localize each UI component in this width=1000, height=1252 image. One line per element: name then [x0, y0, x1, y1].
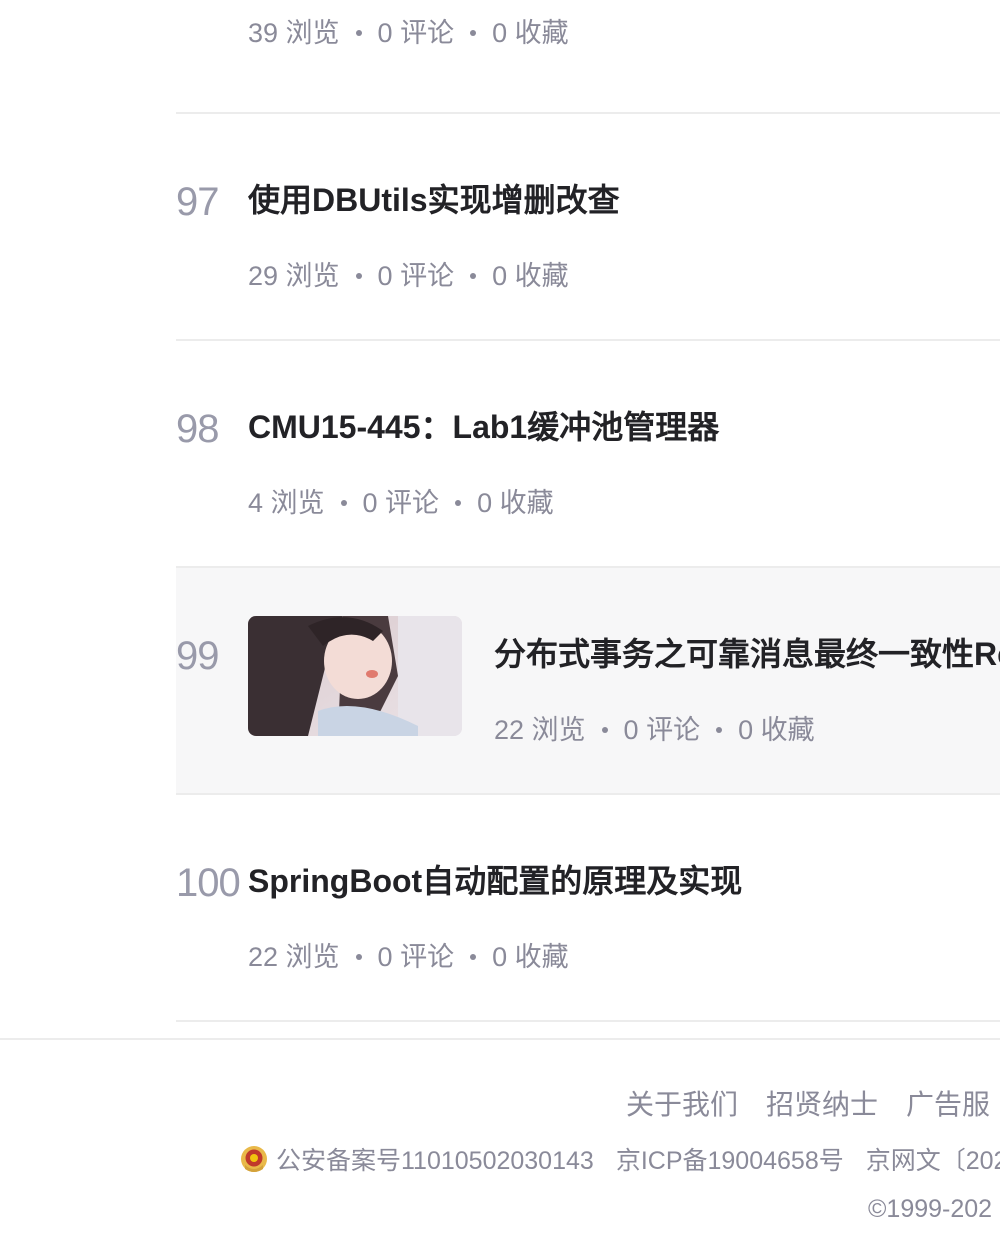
article-meta: 29 浏览 0 评论 0 收藏	[248, 260, 569, 292]
article-thumbnail[interactable]	[248, 616, 462, 736]
article-meta: 4 浏览 0 评论 0 收藏	[248, 487, 554, 519]
page: 39 浏览 0 评论 0 收藏 97 使用DBUtils实现增删改查 29 浏览 0 …	[0, 0, 1000, 1252]
article-meta: 39 浏览 0 评论 0 收藏	[248, 17, 569, 49]
separator-dot	[470, 272, 477, 279]
favorite-count: 0 收藏	[477, 488, 554, 518]
separator-dot	[601, 726, 608, 733]
separator-dot	[470, 953, 477, 960]
article-rank: 99	[176, 634, 219, 678]
police-badge-icon	[241, 1146, 267, 1173]
view-count: 39 浏览	[248, 18, 340, 48]
culture-license-link[interactable]: 京网文〔2020	[866, 1147, 1000, 1175]
favorite-count: 0 收藏	[492, 18, 569, 48]
favorite-count: 0 收藏	[738, 715, 815, 745]
separator-dot	[716, 726, 723, 733]
article-rank: 98	[176, 407, 219, 451]
list-item[interactable]: 39 浏览 0 评论 0 收藏	[176, 0, 1000, 114]
list-item[interactable]: 97 使用DBUtils实现增删改查 29 浏览 0 评论 0 收藏	[176, 114, 1000, 341]
view-count: 22 浏览	[248, 942, 340, 972]
view-count: 29 浏览	[248, 261, 340, 291]
comment-count: 0 评论	[377, 261, 455, 291]
icp-link[interactable]: 京ICP备19004658号	[616, 1147, 844, 1175]
view-count: 22 浏览	[494, 715, 586, 745]
article-meta: 22 浏览 0 评论 0 收藏	[248, 941, 569, 973]
comment-count: 0 评论	[623, 715, 701, 745]
police-record-link[interactable]: 公安备案号11010502030143	[276, 1147, 594, 1175]
footer-links: 关于我们 招贤纳士 广告服	[626, 1088, 1000, 1122]
comment-count: 0 评论	[377, 942, 455, 972]
article-rank: 97	[176, 180, 219, 224]
footer-link-ads[interactable]: 广告服	[906, 1089, 990, 1120]
favorite-count: 0 收藏	[492, 261, 569, 291]
list-item[interactable]: 100 SpringBoot自动配置的原理及实现 22 浏览 0 评论 0 收藏	[176, 795, 1000, 1022]
view-count: 4 浏览	[248, 488, 325, 518]
comment-count: 0 评论	[377, 18, 455, 48]
separator-dot	[355, 953, 362, 960]
comment-count: 0 评论	[362, 488, 440, 518]
article-title[interactable]: 使用DBUtils实现增删改查	[248, 180, 620, 220]
article-title[interactable]: SpringBoot自动配置的原理及实现	[248, 861, 742, 901]
separator-dot	[340, 499, 347, 506]
separator-dot	[470, 29, 477, 36]
article-title[interactable]: CMU15-445：Lab1缓冲池管理器	[248, 407, 719, 447]
article-title[interactable]: 分布式事务之可靠消息最终一致性Re	[494, 634, 1000, 674]
article-meta: 22 浏览 0 评论 0 收藏	[494, 714, 815, 746]
article-rank: 100	[176, 861, 241, 905]
list-item[interactable]: 99 分布式事务之可靠消息最终一致性Re 22 浏览 0 评论 0 收藏	[176, 568, 1000, 795]
footer-registration: 公安备案号11010502030143 京ICP备19004658号京网文〔202…	[240, 1146, 1000, 1176]
separator-dot	[455, 499, 462, 506]
copyright: ©1999-202	[868, 1195, 993, 1223]
separator-dot	[355, 272, 362, 279]
favorite-count: 0 收藏	[492, 942, 569, 972]
list-item[interactable]: 98 CMU15-445：Lab1缓冲池管理器 4 浏览 0 评论 0 收藏	[176, 341, 1000, 568]
footer-link-about[interactable]: 关于我们	[626, 1089, 738, 1120]
separator-dot	[355, 29, 362, 36]
footer-link-careers[interactable]: 招贤纳士	[766, 1089, 878, 1120]
article-list: 39 浏览 0 评论 0 收藏 97 使用DBUtils实现增删改查 29 浏览 0 …	[176, 0, 1000, 1022]
footer: 关于我们 招贤纳士 广告服 公安备案号11010502030143 京ICP备1900…	[0, 1038, 1000, 1252]
